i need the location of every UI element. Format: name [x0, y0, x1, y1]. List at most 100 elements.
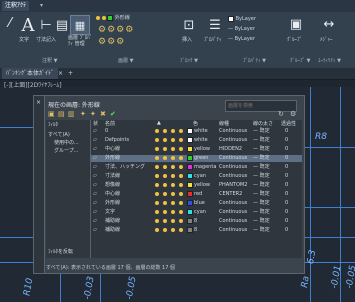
layer-transparency[interactable]: 0: [285, 200, 288, 207]
column-transparency[interactable]: 透過性: [281, 120, 296, 127]
text-tool-icon[interactable]: A: [20, 15, 36, 36]
layer-linetype[interactable]: Continuous: [219, 173, 247, 180]
column-color[interactable]: 色: [193, 120, 198, 127]
layer-freeze-icon[interactable]: [163, 191, 167, 198]
layer-linetype[interactable]: Continuous: [219, 155, 247, 162]
layer-name[interactable]: 中心線: [105, 146, 120, 153]
layer-lock-icon[interactable]: [171, 128, 175, 135]
layer-color[interactable]: red: [194, 191, 202, 198]
layer-lineweight[interactable]: — 既定: [253, 128, 270, 135]
layer-lineweight[interactable]: — 既定: [253, 218, 270, 225]
new-layer-icon[interactable]: ✦: [80, 110, 86, 118]
layer-color-swatch[interactable]: [187, 173, 193, 181]
layer-lineweight[interactable]: — 既定: [253, 209, 270, 216]
layer-on-icon[interactable]: [155, 128, 159, 135]
layer-lineweight[interactable]: — 既定: [253, 137, 270, 144]
layer-lineweight[interactable]: — 既定: [253, 227, 270, 234]
new-vp-layer-icon[interactable]: ✦: [90, 110, 96, 118]
layer-plot-icon[interactable]: [179, 137, 183, 144]
palette-side-bar[interactable]: ×: [34, 96, 45, 273]
layer-lock-icon[interactable]: [171, 173, 175, 180]
layer-plot-icon[interactable]: [179, 155, 183, 162]
set-current-icon[interactable]: ✔: [110, 110, 116, 118]
layer-on-icon[interactable]: [155, 137, 159, 144]
layer-on-icon[interactable]: [155, 209, 159, 216]
group-icon[interactable]: ▣: [290, 17, 302, 32]
layer-row[interactable]: ▱ 寸法、ハッチング magenta Continuous — 既定 0: [91, 164, 302, 171]
layer-plot-icon[interactable]: [179, 164, 183, 171]
layer-lock-icon[interactable]: [171, 155, 175, 162]
layer-freeze-icon[interactable]: [163, 182, 167, 189]
layer-lineweight[interactable]: — 既定: [253, 182, 270, 189]
layer-row[interactable]: ▱ Defpoints white Continuous — 既定 0: [91, 137, 302, 144]
layer-transparency[interactable]: 0: [285, 173, 288, 180]
layer-color-swatch[interactable]: [187, 227, 193, 235]
line-tool-icon[interactable]: ⁄: [4, 16, 16, 31]
layer-plot-icon[interactable]: [179, 128, 183, 135]
filter-item-all[interactable]: すべて(A): [48, 131, 70, 138]
layer-lock-icon[interactable]: [171, 191, 175, 198]
layer-lock-icon[interactable]: [171, 137, 175, 144]
layer-color-swatch[interactable]: [187, 182, 193, 190]
new-tab-icon[interactable]: +: [64, 68, 77, 79]
group-filter-icon[interactable]: ▤: [58, 110, 65, 118]
layer-color-swatch[interactable]: [187, 155, 193, 163]
layer-row[interactable]: ▱ 0 white Continuous — 既定 0: [91, 128, 302, 135]
layer-name[interactable]: 外形線: [105, 200, 120, 207]
layer-plot-icon[interactable]: [179, 191, 183, 198]
color-bylayer-dropdown[interactable]: ByLayer: [228, 14, 283, 24]
quick-access-title[interactable]: 注釈ｱｸﾃ: [2, 1, 30, 11]
properties-icon[interactable]: ☰: [208, 17, 222, 33]
layer-on-icon[interactable]: [155, 191, 159, 198]
document-tab[interactable]: ﾊﾞﾝｷﾝｸﾞ本体ｶﾞｲﾄﾞ: [2, 68, 59, 79]
column-name[interactable]: 名前: [105, 120, 115, 127]
layer-freeze-icon[interactable]: [163, 128, 167, 135]
layer-color[interactable]: cyan: [194, 173, 206, 180]
layer-linetype[interactable]: PHANTOM2: [219, 182, 247, 189]
insert-block-icon[interactable]: ⊡: [182, 17, 196, 33]
layer-linetype[interactable]: Continuous: [219, 164, 247, 171]
layer-row[interactable]: ▱ 外形線 blue Continuous — 既定 0: [91, 200, 302, 207]
layer-lock-icon[interactable]: [171, 209, 175, 216]
layer-transparency[interactable]: 0: [285, 128, 288, 135]
layer-lineweight[interactable]: — 既定: [253, 200, 270, 207]
layer-freeze-icon[interactable]: [163, 173, 167, 180]
layer-dropdown[interactable]: 外形線: [96, 14, 176, 23]
layer-color[interactable]: 8: [194, 218, 197, 225]
layer-row[interactable]: ▱ 外形線 green Continuous — 既定 0: [91, 155, 302, 162]
layer-on-icon[interactable]: [155, 146, 159, 153]
layer-name[interactable]: 文字: [105, 209, 115, 216]
layer-lineweight[interactable]: — 既定: [253, 164, 270, 171]
layer-on-icon[interactable]: [155, 155, 159, 162]
layer-on-icon[interactable]: [155, 227, 159, 234]
layer-color[interactable]: blue: [194, 200, 205, 207]
layer-color-swatch[interactable]: [187, 146, 193, 154]
layer-search-input[interactable]: [225, 100, 297, 112]
layer-on-icon[interactable]: [155, 173, 159, 180]
viewport-controls[interactable]: [-][上面][2Dﾜｲﾔﾌﾚｰﾑ]: [4, 80, 62, 89]
table-icon[interactable]: ▤: [56, 16, 68, 34]
layer-transparency[interactable]: 0: [285, 209, 288, 216]
layer-linetype[interactable]: Continuous: [219, 200, 247, 207]
measure-icon[interactable]: ↔: [322, 17, 336, 32]
layer-lock-icon[interactable]: [171, 182, 175, 189]
layer-name[interactable]: 想像線: [105, 182, 120, 189]
layer-row[interactable]: ▱ 想像線 yellow PHANTOM2 — 既定 0: [91, 182, 302, 189]
layer-on-icon[interactable]: [155, 218, 159, 225]
layer-freeze-icon[interactable]: [163, 164, 167, 171]
close-palette-icon[interactable]: ×: [36, 99, 41, 106]
layer-lock-icon[interactable]: [171, 164, 175, 171]
properties-panel-label[interactable]: ﾌﾟﾛﾊﾟﾃｨ ▼: [243, 57, 266, 64]
layer-panel-label[interactable]: 画層 ▼: [118, 57, 133, 64]
layer-linetype[interactable]: Continuous: [219, 218, 247, 225]
settings-icon[interactable]: ⚙: [290, 110, 296, 118]
new-filter-icon[interactable]: ▣: [48, 110, 55, 118]
column-lineweight[interactable]: 線の太さ: [253, 120, 273, 127]
layer-transparency[interactable]: 0: [285, 146, 288, 153]
layer-lineweight[interactable]: — 既定: [253, 173, 270, 180]
layer-transparency[interactable]: 0: [285, 164, 288, 171]
state-manager-icon[interactable]: ▥: [68, 110, 75, 118]
layer-transparency[interactable]: 0: [285, 227, 288, 234]
layer-row[interactable]: ▱ 寸法線 cyan Continuous — 既定 0: [91, 173, 302, 180]
layer-plot-icon[interactable]: [179, 173, 183, 180]
